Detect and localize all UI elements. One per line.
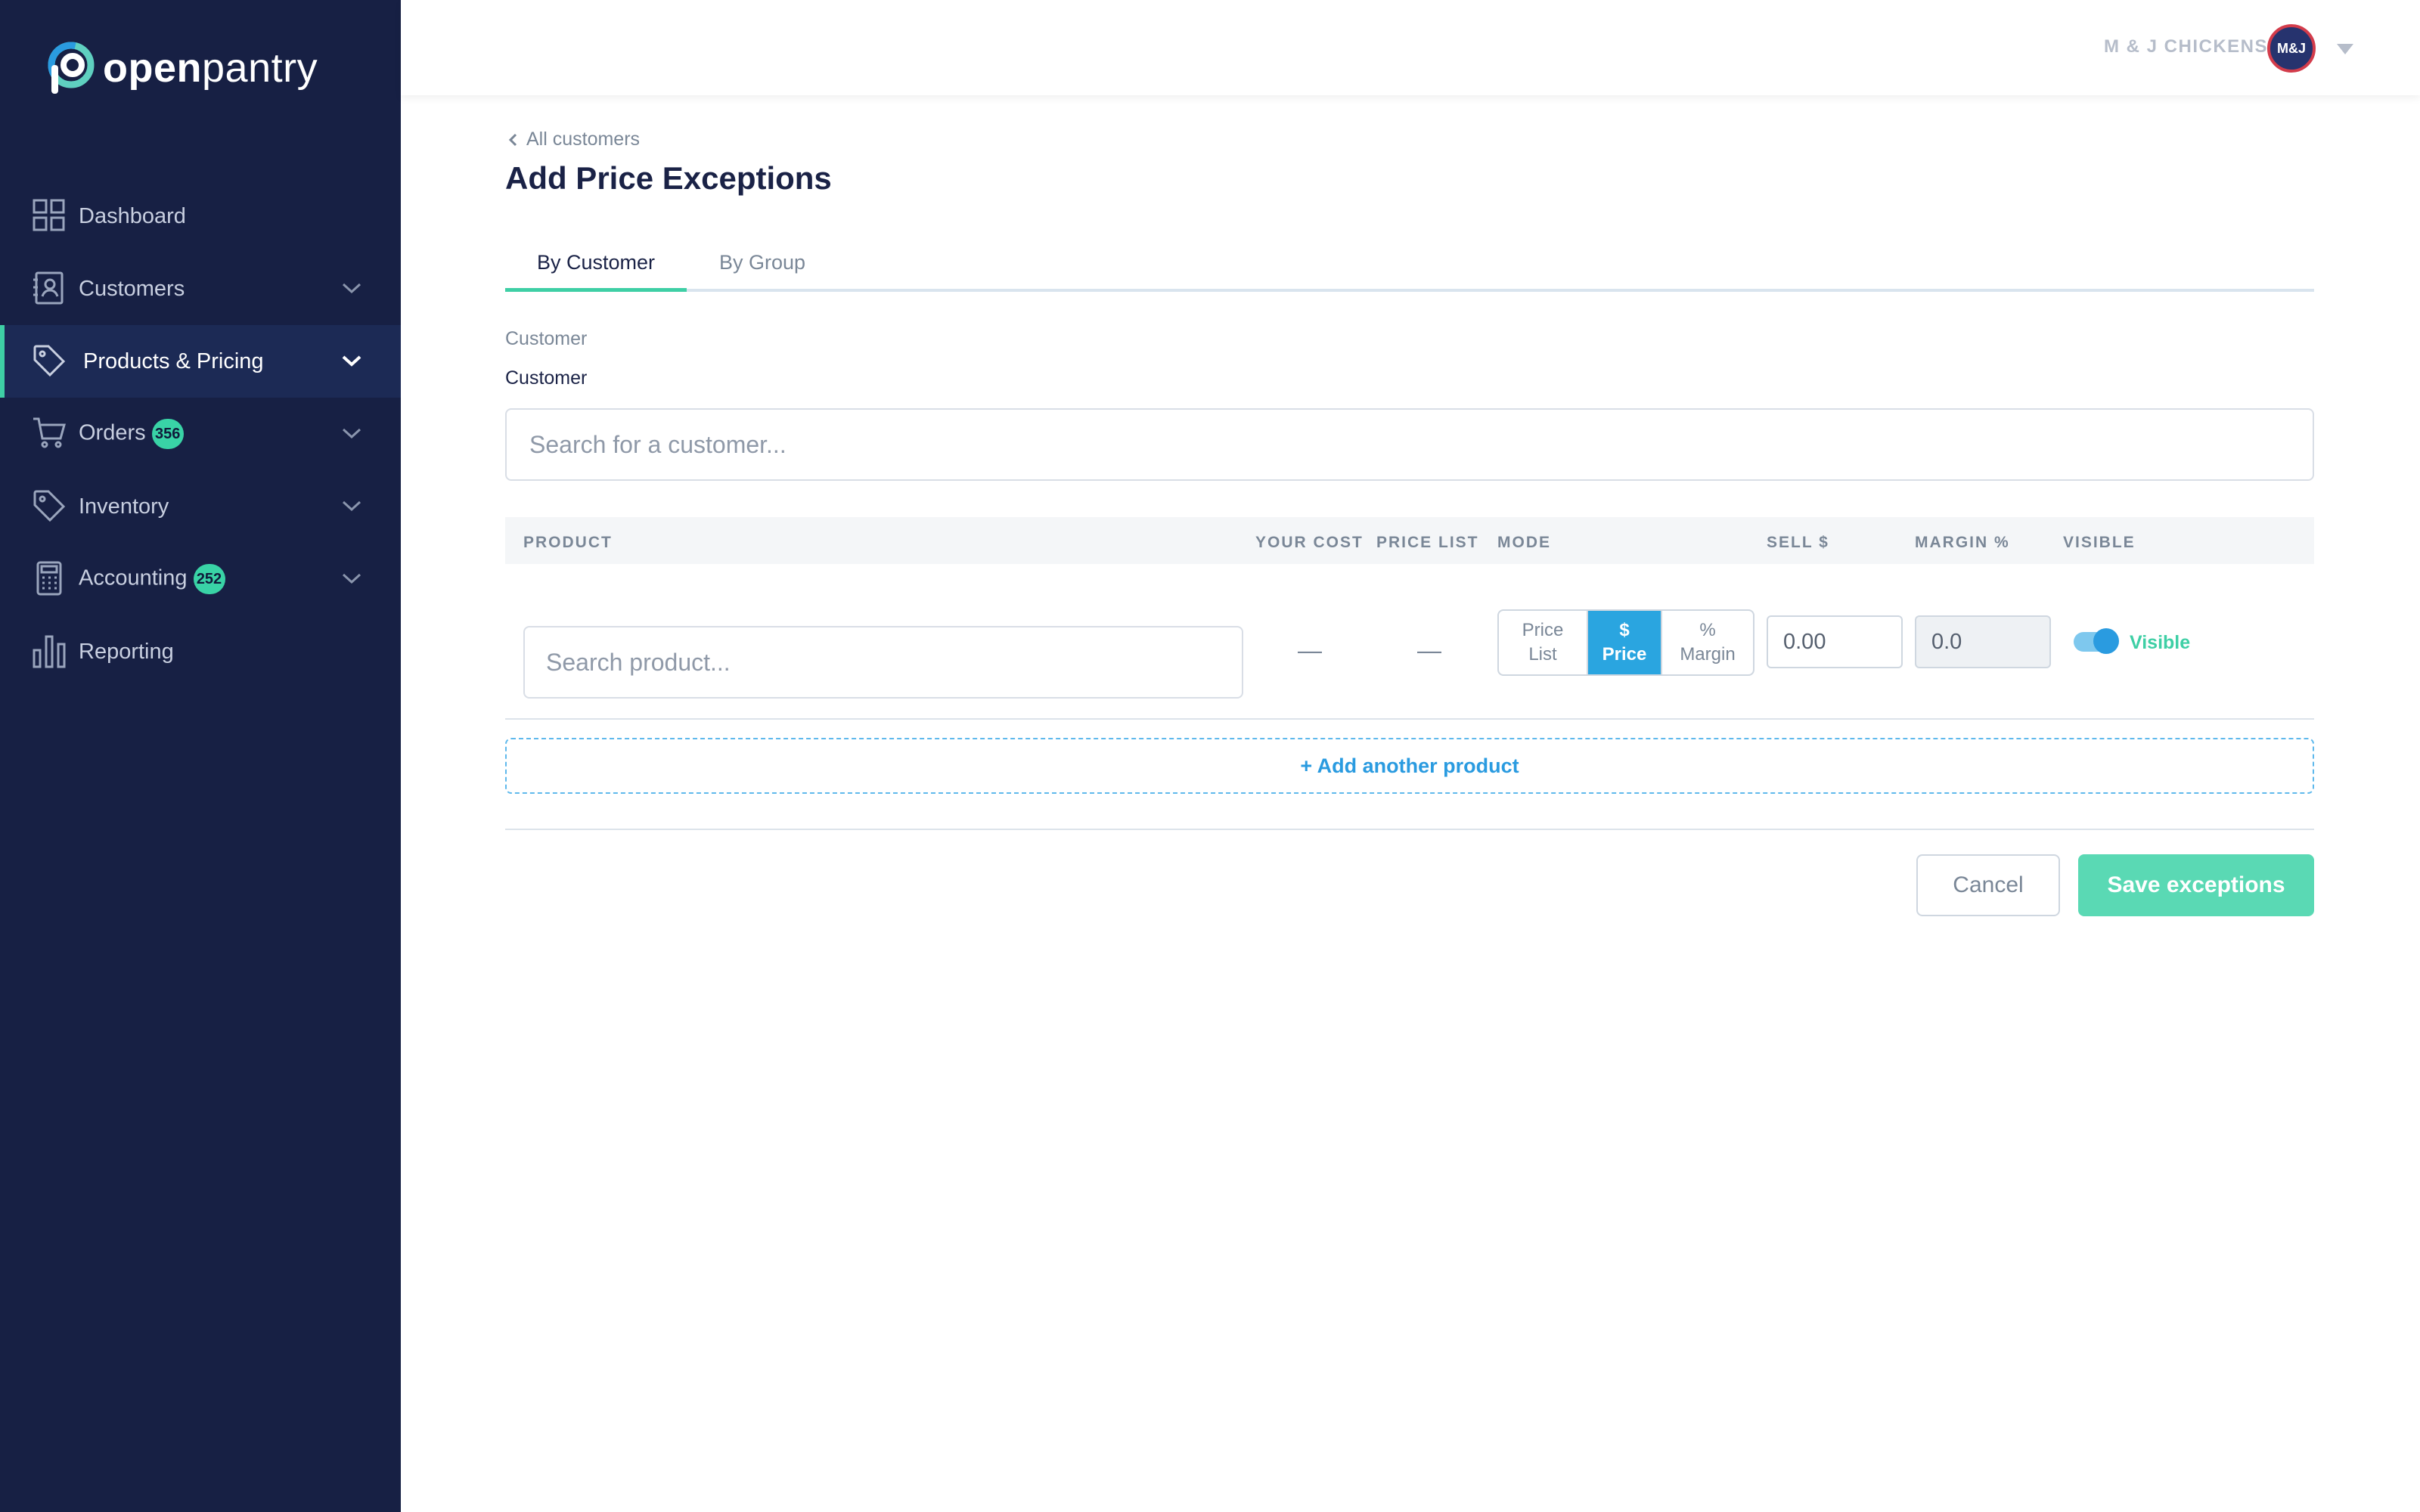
- margin-input[interactable]: [1915, 615, 2051, 668]
- tag-icon: [33, 345, 66, 377]
- dashboard-icon: [33, 199, 65, 231]
- visible-label: Visible: [2130, 632, 2191, 653]
- column-header-mode: MODE: [1497, 534, 1551, 551]
- sidebar-item-accounting[interactable]: Accounting 252: [0, 543, 401, 615]
- sidebar-item-label: Products & Pricing: [83, 349, 264, 373]
- sidebar-item-label: Dashboard: [79, 203, 186, 228]
- sidebar: openpantry Dashboard Customers Products …: [0, 0, 401, 1512]
- tab-by-group[interactable]: By Group: [687, 251, 838, 292]
- top-bar: M & J CHICKENS M&J: [401, 0, 2420, 95]
- product-search-input[interactable]: [523, 626, 1243, 699]
- save-exceptions-button[interactable]: Save exceptions: [2078, 854, 2314, 916]
- visible-toggle[interactable]: [2074, 628, 2119, 654]
- chevron-down-icon[interactable]: [340, 497, 363, 514]
- back-link-label: All customers: [526, 129, 641, 150]
- tab-by-customer[interactable]: By Customer: [505, 251, 687, 292]
- mode-option-price[interactable]: $ Price: [1588, 611, 1661, 674]
- sidebar-item-label: Reporting: [79, 639, 174, 664]
- sidebar-item-label: Customers: [79, 276, 185, 301]
- sidebar-item-dashboard[interactable]: Dashboard: [0, 180, 401, 253]
- add-product-button[interactable]: + Add another product: [505, 738, 2314, 794]
- chevron-down-icon[interactable]: [340, 280, 363, 296]
- sidebar-item-customers[interactable]: Customers: [0, 253, 401, 325]
- app: openpantry Dashboard Customers Products …: [0, 0, 2420, 1512]
- price-list-value: —: [1417, 637, 1441, 664]
- chevron-left-icon: [508, 133, 517, 146]
- back-link[interactable]: All customers: [508, 129, 640, 150]
- cancel-button[interactable]: Cancel: [1916, 854, 2060, 916]
- mode-selector: Price List $ Price % Margin: [1497, 609, 1754, 676]
- divider: [505, 829, 2314, 830]
- tabs: By Customer By Group: [505, 246, 2314, 292]
- logo-text: openpantry: [103, 45, 318, 91]
- table-header: PRODUCT YOUR COST PRICE LIST MODE SELL $…: [505, 517, 2314, 564]
- logo[interactable]: openpantry: [44, 39, 318, 97]
- column-header-visible: VISIBLE: [2063, 534, 2136, 551]
- column-header-price-list: PRICE LIST: [1376, 534, 1479, 551]
- sidebar-item-label: Accounting 252: [79, 564, 225, 594]
- customer-field-label: Customer: [505, 367, 588, 389]
- toggle-knob: [2093, 628, 2119, 654]
- chevron-down-icon[interactable]: [340, 352, 363, 369]
- sidebar-item-reporting[interactable]: Reporting: [0, 615, 401, 688]
- page-title: Add Price Exceptions: [505, 160, 832, 196]
- sidebar-item-products-pricing[interactable]: Products & Pricing: [0, 325, 401, 398]
- avatar[interactable]: M&J: [2267, 24, 2316, 73]
- sidebar-nav: Dashboard Customers Products & Pricing O…: [0, 180, 401, 688]
- mode-option-margin[interactable]: % Margin: [1661, 611, 1753, 674]
- accounting-count-badge: 252: [193, 564, 225, 594]
- tag-icon: [33, 490, 66, 522]
- sidebar-item-orders[interactable]: Orders 356: [0, 398, 401, 470]
- chevron-down-icon[interactable]: [340, 570, 363, 587]
- chevron-down-icon[interactable]: [340, 425, 363, 442]
- logo-icon: [48, 42, 95, 94]
- orders-count-badge: 356: [151, 419, 184, 449]
- sidebar-item-inventory[interactable]: Inventory: [0, 470, 401, 543]
- column-header-your-cost: YOUR COST: [1255, 534, 1364, 551]
- your-cost-value: —: [1298, 637, 1322, 664]
- sidebar-item-label: Inventory: [79, 494, 169, 519]
- customers-icon: [33, 271, 64, 305]
- sidebar-item-label: Orders 356: [79, 419, 184, 449]
- mode-option-price-list[interactable]: Price List: [1499, 611, 1588, 674]
- cart-icon: [33, 417, 66, 448]
- section-label: Customer: [505, 328, 588, 349]
- bar-chart-icon: [33, 635, 66, 668]
- calculator-icon: [36, 561, 62, 596]
- sell-price-input[interactable]: [1767, 615, 1903, 668]
- column-header-product: PRODUCT: [523, 534, 613, 551]
- customer-search-input[interactable]: [505, 408, 2314, 481]
- chevron-down-icon[interactable]: [2337, 44, 2353, 54]
- company-name[interactable]: M & J CHICKENS: [2104, 36, 2268, 57]
- column-header-margin: MARGIN %: [1915, 534, 2010, 551]
- table-row: — — PriceList $Price %Margin Visible: [505, 564, 2314, 720]
- column-header-sell: SELL $: [1767, 534, 1829, 551]
